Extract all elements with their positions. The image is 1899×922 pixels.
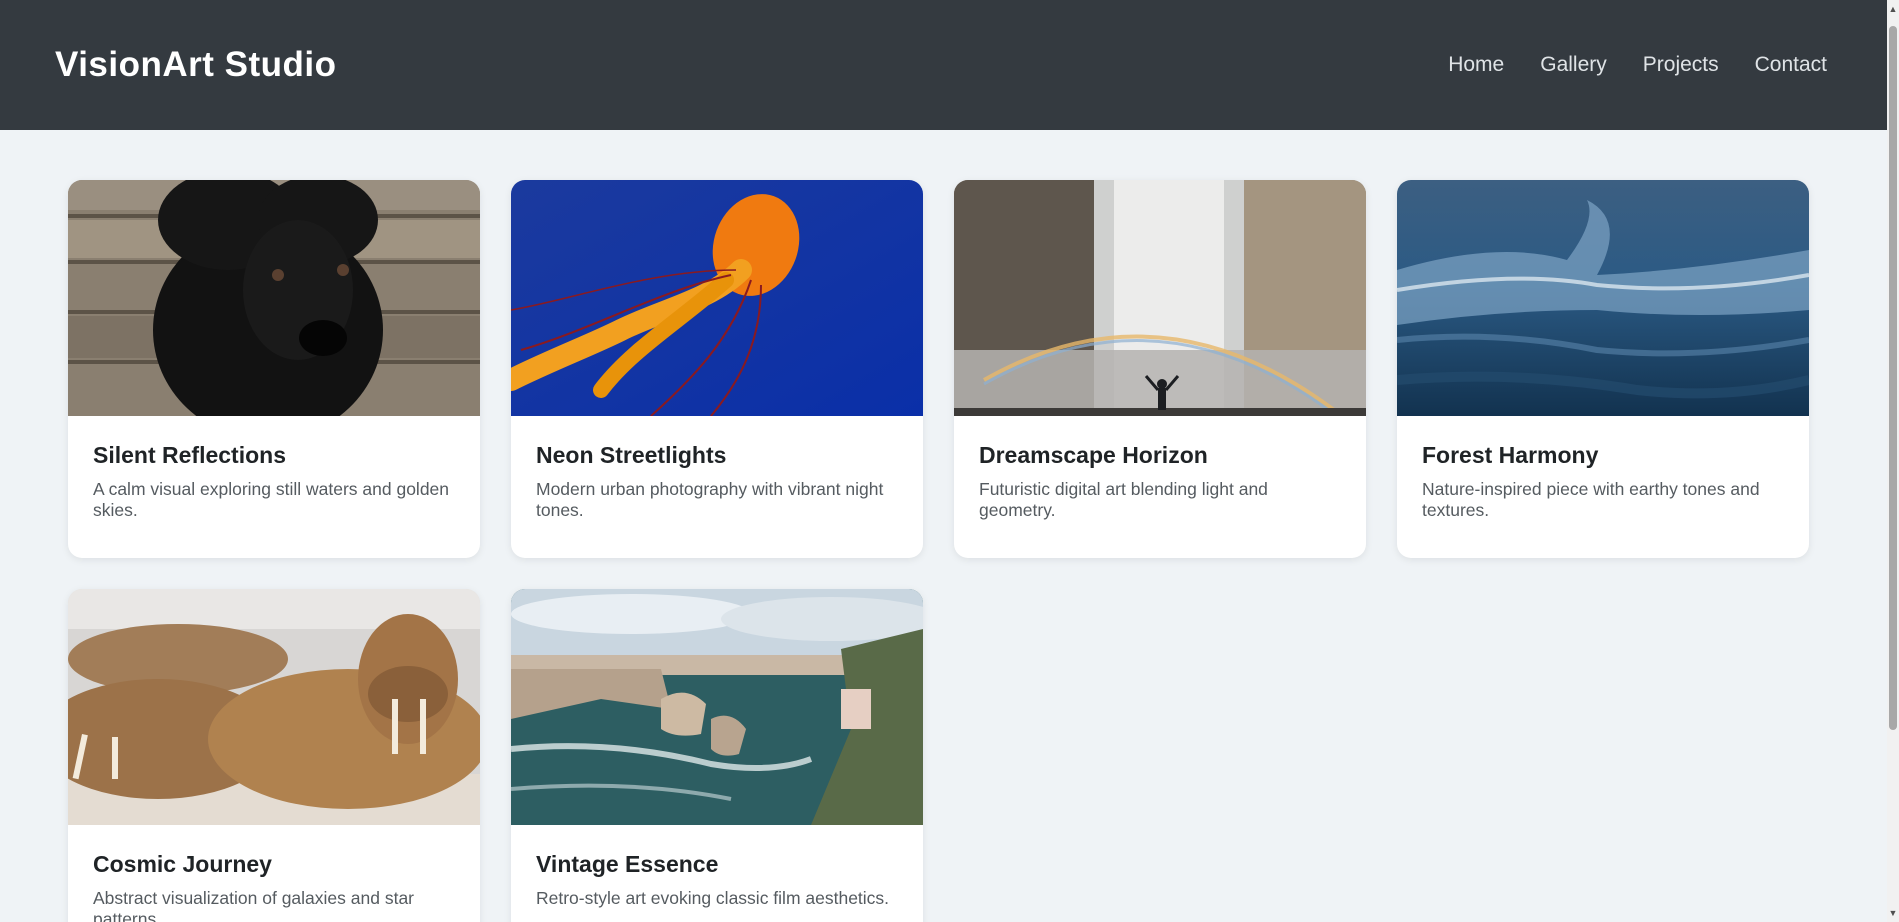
walrus-photo [68, 589, 480, 825]
gallery-card[interactable]: Silent Reflections A calm visual explori… [68, 180, 480, 558]
nav-home-link[interactable]: Home [1448, 53, 1504, 77]
brand-logo-text[interactable]: VisionArt Studio [55, 45, 337, 85]
card-description: Nature-inspired piece with earthy tones … [1422, 479, 1760, 520]
gallery-card[interactable]: Neon Streetlights Modern urban photograp… [511, 180, 923, 558]
site-header: VisionArt Studio Home Gallery Projects C… [0, 0, 1887, 130]
nav-contact-link[interactable]: Contact [1755, 53, 1827, 77]
gallery-card[interactable]: Cosmic Journey Abstract visualization of… [68, 589, 480, 922]
card-body: Silent Reflections A calm visual explori… [68, 416, 480, 521]
card-title: Cosmic Journey [93, 851, 272, 877]
card-description: Retro-style art evoking classic film aes… [536, 888, 890, 908]
gallery-card[interactable]: Dreamscape Horizon Futuristic digital ar… [954, 180, 1366, 558]
card-title: Neon Streetlights [536, 442, 727, 468]
card-body: Forest Harmony Nature-inspired piece wit… [1397, 416, 1809, 521]
waterfall-rainbow-photo [954, 180, 1366, 416]
card-title: Dreamscape Horizon [979, 442, 1208, 468]
card-description: Futuristic digital art blending light an… [979, 479, 1268, 520]
card-body: Neon Streetlights Modern urban photograp… [511, 416, 923, 521]
scrollbar-thumb[interactable] [1889, 26, 1897, 730]
nav-gallery-link[interactable]: Gallery [1540, 53, 1607, 77]
card-description: Abstract visualization of galaxies and s… [93, 888, 414, 922]
card-body: Cosmic Journey Abstract visualization of… [68, 825, 480, 922]
coastal-cliffs-photo [511, 589, 923, 825]
card-title: Forest Harmony [1422, 442, 1599, 468]
card-body: Vintage Essence Retro-style art evoking … [511, 825, 923, 909]
black-puppy-photo [68, 180, 480, 416]
orange-jellyfish-photo [511, 180, 923, 416]
ocean-wave-photo [1397, 180, 1809, 416]
card-description: A calm visual exploring still waters and… [93, 479, 450, 520]
gallery-card[interactable]: Forest Harmony Nature-inspired piece wit… [1397, 180, 1809, 558]
card-body: Dreamscape Horizon Futuristic digital ar… [954, 416, 1366, 521]
gallery-grid: Silent Reflections A calm visual explori… [68, 180, 1809, 922]
card-description: Modern urban photography with vibrant ni… [536, 479, 884, 520]
page-scrollbar[interactable]: ▲ ▼ [1887, 0, 1899, 922]
scroll-up-arrow-icon[interactable]: ▲ [1888, 2, 1898, 16]
card-title: Silent Reflections [93, 442, 286, 468]
main-nav: Home Gallery Projects Contact [1448, 53, 1832, 77]
scroll-down-arrow-icon[interactable]: ▼ [1888, 906, 1898, 920]
nav-projects-link[interactable]: Projects [1643, 53, 1719, 77]
gallery-card[interactable]: Vintage Essence Retro-style art evoking … [511, 589, 923, 922]
card-title: Vintage Essence [536, 851, 719, 877]
